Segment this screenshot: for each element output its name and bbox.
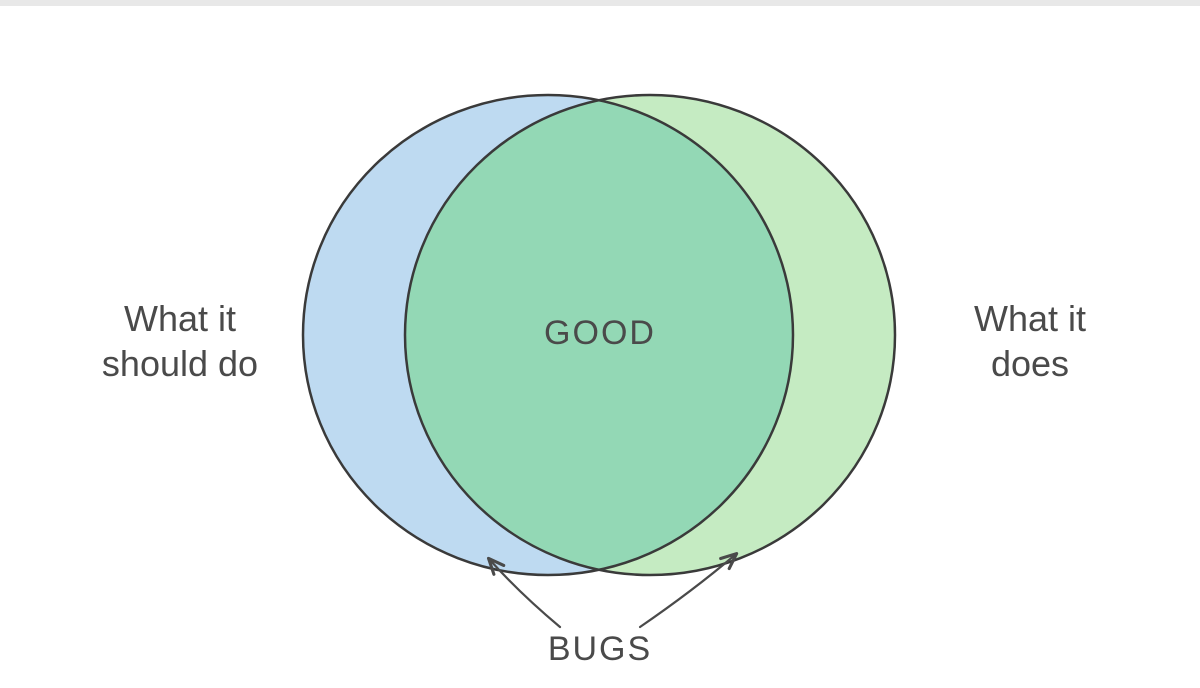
label-right-set: What it does	[930, 296, 1130, 386]
label-intersection: GOOD	[520, 312, 680, 355]
label-left-set: What it should do	[70, 296, 290, 386]
label-bugs: BUGS	[520, 628, 680, 671]
